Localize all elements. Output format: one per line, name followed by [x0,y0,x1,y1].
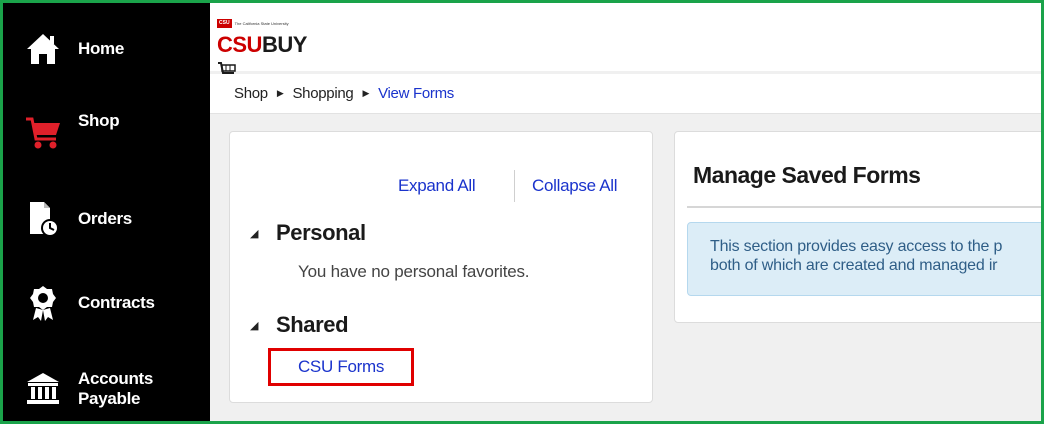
collapse-triangle-icon: ◢ [250,319,259,332]
breadcrumb-item-view-forms[interactable]: View Forms [378,85,454,102]
personal-empty-message: You have no personal favorites. [298,262,530,281]
breadcrumb-item-shop[interactable]: Shop [234,85,268,102]
sidebar-item-contracts[interactable]: Contracts [3,261,210,345]
expand-all-link[interactable]: Expand All [398,176,476,196]
shared-section-toggle[interactable]: ◢ Shared [250,312,349,338]
sidebar-nav: Home Shop Orders Contracts Accounts Paya… [3,3,210,421]
link-divider [514,170,515,202]
cart-icon [23,113,63,153]
collapse-all-link[interactable]: Collapse All [532,176,618,196]
manage-forms-panel: Manage Saved Forms This section provides… [674,131,1041,323]
sidebar-item-home[interactable]: Home [3,7,210,91]
logo-buy-text: BUY [261,32,307,57]
personal-section-toggle[interactable]: ◢ Personal [250,220,366,246]
logo-tagline: The California State University [234,21,289,26]
sidebar-item-accounts-payable[interactable]: Accounts Payable [3,347,210,421]
sidebar-item-label: Orders [78,209,132,228]
page-title: Manage Saved Forms [693,162,921,188]
breadcrumb-item-shopping[interactable]: Shopping [292,85,353,102]
breadcrumb-separator-icon: ▶ [276,88,284,98]
logo-badge-text: CSU [217,19,232,28]
favorites-panel: Expand All Collapse All ◢ Personal You h… [229,131,653,403]
sidebar-item-label: Home [78,39,125,58]
info-message-line: This section provides easy access to the… [710,238,1003,255]
sidebar-item-orders[interactable]: Orders [3,177,210,261]
bank-icon [23,369,63,409]
orders-icon [23,199,63,239]
logo-badge: CSU The California State University [217,19,289,28]
contracts-icon [23,283,63,323]
sidebar-item-shop[interactable]: Shop [3,91,210,175]
csu-forms-link[interactable]: CSU Forms [268,348,414,386]
app-header: CSU The California State University CSUB… [210,3,1041,78]
app-frame: Home Shop Orders Contracts Accounts Paya… [0,0,1044,424]
sidebar-item-label: Accounts Payable [78,369,154,408]
title-divider [687,206,1041,208]
collapse-triangle-icon: ◢ [250,227,259,240]
info-message: This section provides easy access to the… [687,222,1041,296]
personal-section-title: Personal [276,220,366,245]
breadcrumb: Shop ▶ Shopping ▶ View Forms [210,74,1041,114]
csubuy-logo[interactable]: CSU The California State University CSUB… [217,16,327,78]
breadcrumb-separator-icon: ▶ [362,88,370,98]
sidebar-item-label: Shop [78,111,120,130]
shared-section-title: Shared [276,312,349,337]
home-icon [23,29,63,69]
info-message-line: both of which are created and managed ir [710,257,998,274]
sidebar-item-label: Contracts [78,293,155,312]
logo-csu-text: CSU [217,32,262,57]
